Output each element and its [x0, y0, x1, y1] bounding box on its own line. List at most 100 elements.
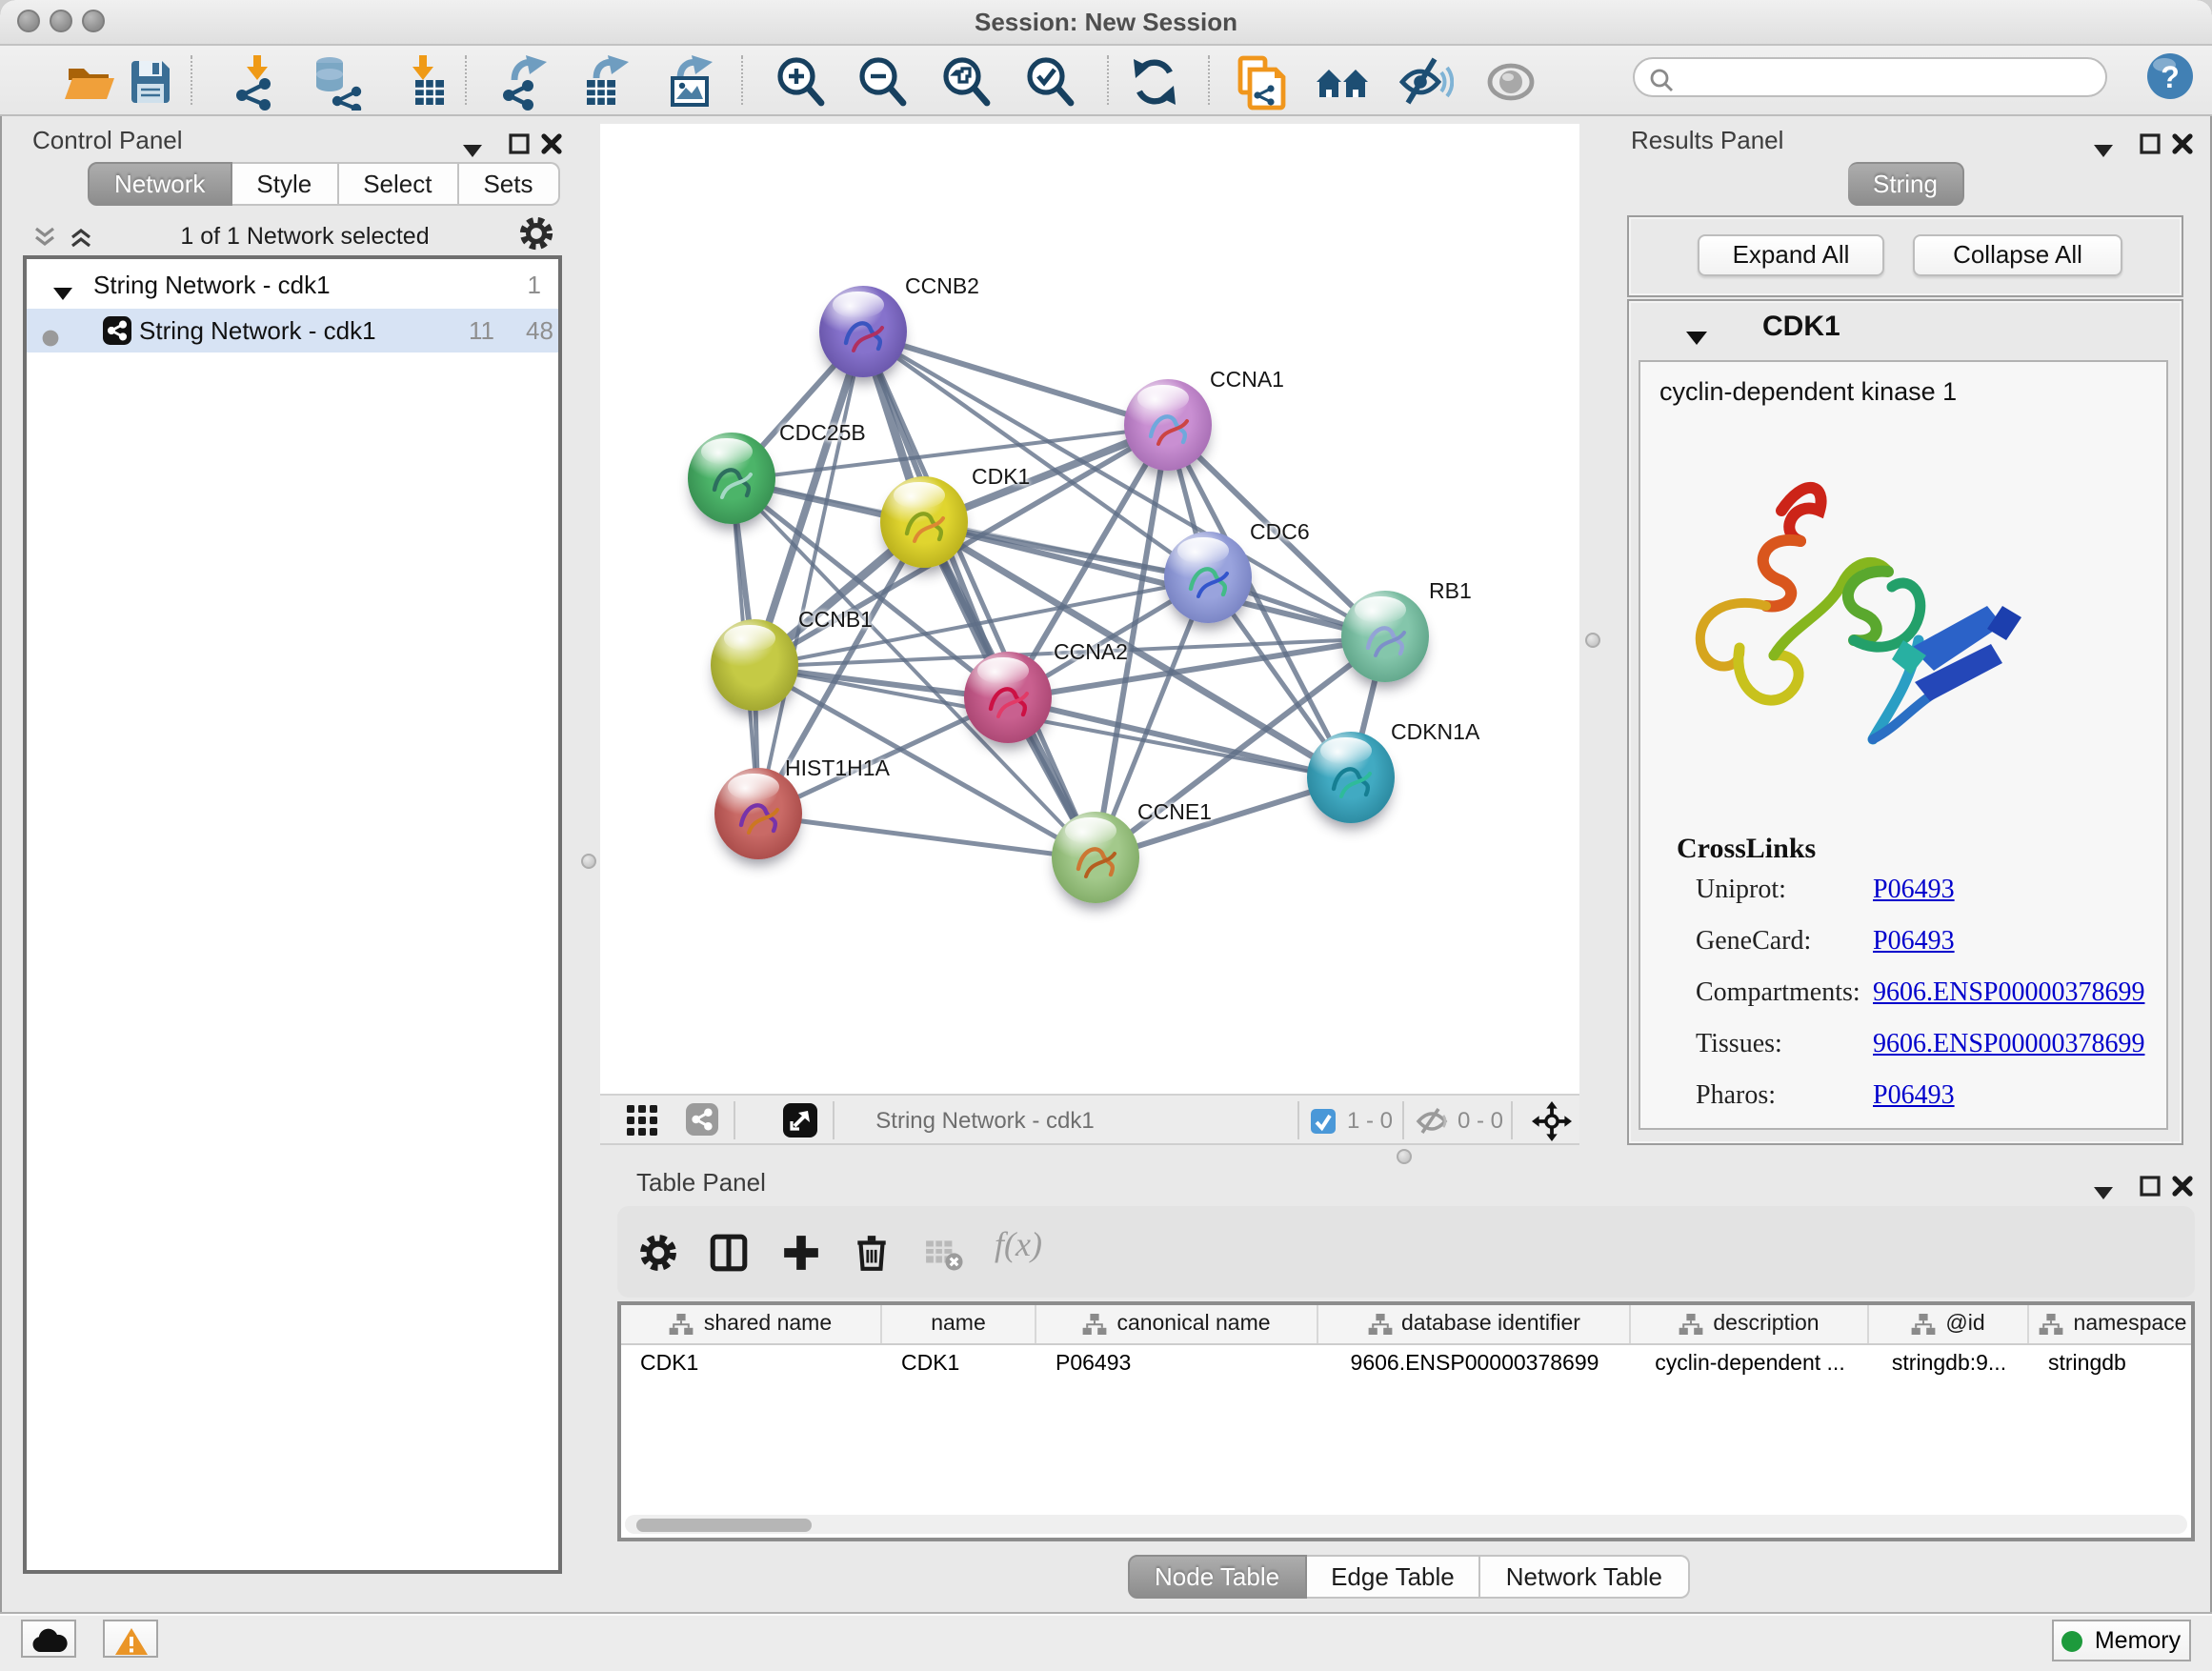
edge-CCNB2-CCNE1[interactable] [863, 333, 1096, 859]
control-panel-float-icon[interactable] [509, 130, 530, 164]
horizontal-scrollbar[interactable] [625, 1515, 2187, 1534]
refresh-network-icon[interactable] [1126, 53, 1183, 111]
birdseye-view-icon[interactable] [783, 1103, 817, 1147]
zoom-out-icon[interactable] [854, 53, 911, 111]
network-canvas[interactable]: CCNB2CCNA1CDC25BCDK1CDC6RB1CCNB1CCNA2CDK… [600, 124, 1579, 1094]
crosslink-link[interactable]: P06493 [1873, 876, 1955, 907]
node-CDK1[interactable] [880, 476, 968, 568]
node-RB1[interactable] [1341, 591, 1429, 682]
bottom-splitter-handle[interactable] [1397, 1149, 1412, 1164]
column-header-canonical-name[interactable]: canonical name [1036, 1305, 1318, 1343]
expand-all-button[interactable]: Expand All [1698, 234, 1884, 276]
create-column-icon[interactable] [781, 1233, 823, 1275]
control-panel-close-icon[interactable] [541, 130, 562, 164]
expand-all-tree-icon[interactable] [69, 223, 93, 257]
node-CCNA1[interactable] [1124, 379, 1212, 471]
node-CCNB2[interactable] [819, 286, 907, 377]
search-field[interactable] [1633, 57, 2107, 97]
import-network-database-icon[interactable] [309, 53, 366, 111]
column-header-@id[interactable]: @id [1869, 1305, 2029, 1343]
network-type-icon[interactable] [686, 1103, 718, 1145]
edge-CCNB2-CCNA1[interactable] [863, 333, 1168, 427]
node-CCNB1[interactable] [711, 619, 798, 711]
crosslink-link[interactable]: 9606.ENSP00000378699 [1873, 1031, 2144, 1061]
table-panel-menu-icon[interactable] [2094, 1176, 2113, 1210]
search-input[interactable] [1677, 61, 2094, 97]
column-header-name[interactable]: name [882, 1305, 1036, 1343]
show-columns-icon[interactable] [709, 1233, 751, 1275]
tab-string[interactable]: String [1848, 162, 1964, 206]
collapse-all-tree-icon[interactable] [32, 223, 57, 257]
crosslink-link[interactable]: P06493 [1873, 1082, 1955, 1113]
show-all-networks-icon[interactable] [1315, 53, 1372, 111]
function-builder-icon[interactable]: f(x) [995, 1225, 1059, 1267]
grid-mode-icon[interactable] [627, 1105, 657, 1145]
tab-select[interactable]: Select [338, 162, 458, 206]
tab-network-table[interactable]: Network Table [1481, 1555, 1689, 1599]
table-panel-float-icon[interactable] [2140, 1172, 2161, 1206]
zoom-fit-icon[interactable] [937, 53, 995, 111]
left-splitter-handle[interactable] [581, 854, 596, 869]
tab-edge-table[interactable]: Edge Table [1306, 1555, 1481, 1599]
export-image-icon[interactable] [661, 53, 718, 111]
table-cell[interactable]: 9606.ENSP00000378699 [1318, 1345, 1631, 1385]
node-CDC6[interactable] [1164, 532, 1252, 623]
node-CDC25B[interactable] [688, 433, 775, 524]
node-HIST1H1A[interactable] [714, 768, 802, 859]
crosslink-link[interactable]: P06493 [1873, 928, 1955, 958]
cloud-button[interactable] [21, 1620, 76, 1658]
node-CDKN1A[interactable] [1307, 732, 1395, 823]
clone-network-icon[interactable] [1231, 53, 1288, 111]
collapse-all-button[interactable]: Collapse All [1913, 234, 2122, 276]
column-header-description[interactable]: description [1631, 1305, 1869, 1343]
export-table-icon[interactable] [577, 53, 634, 111]
crosslink-link[interactable]: 9606.ENSP00000378699 [1873, 979, 2144, 1010]
zoom-selected-icon[interactable] [1021, 53, 1078, 111]
table-cell[interactable]: stringdb [2029, 1345, 2195, 1385]
column-header-namespace[interactable]: namespace [2029, 1305, 2195, 1343]
table-cell[interactable]: stringdb:9... [1869, 1345, 2029, 1385]
zoom-in-icon[interactable] [772, 53, 829, 111]
column-header-shared-name[interactable]: shared name [621, 1305, 882, 1343]
delete-column-icon[interactable] [852, 1233, 894, 1275]
node-CCNE1[interactable] [1052, 812, 1139, 903]
tab-network[interactable]: Network [88, 162, 231, 206]
import-table-file-icon[interactable] [394, 53, 452, 111]
right-splitter-handle[interactable] [1585, 633, 1600, 648]
table-cell[interactable]: CDK1 [882, 1345, 1036, 1385]
show-hidden-eye-icon[interactable] [1482, 53, 1539, 111]
table-cell[interactable]: cyclin-dependent ... [1631, 1345, 1869, 1385]
tab-style[interactable]: Style [231, 162, 338, 206]
table-gear-icon[interactable] [638, 1233, 680, 1275]
tab-node-table[interactable]: Node Table [1128, 1555, 1306, 1599]
crosslink-row: Tissues:9606.ENSP00000378699 [1640, 1031, 2166, 1073]
open-session-icon[interactable] [61, 53, 118, 111]
table-cell[interactable]: CDK1 [621, 1345, 882, 1385]
hidden-eye-icon[interactable] [1416, 1107, 1448, 1145]
delete-table-icon[interactable] [924, 1233, 966, 1275]
network-collection-row[interactable]: String Network - cdk1 1 [27, 265, 558, 309]
memory-button[interactable]: Memory [2052, 1620, 2191, 1661]
results-panel-float-icon[interactable] [2140, 130, 2161, 164]
edge-HIST1H1A-CCNE1[interactable] [758, 815, 1096, 859]
selected-checkbox-icon[interactable] [1311, 1109, 1336, 1143]
save-session-icon[interactable] [122, 53, 179, 111]
warnings-button[interactable] [103, 1620, 158, 1658]
network-panel-gear-icon[interactable] [518, 215, 554, 261]
hide-selected-icon[interactable] [1397, 53, 1454, 111]
entry-collapse-icon[interactable] [1686, 322, 1707, 356]
table-panel-close-icon[interactable] [2172, 1172, 2193, 1206]
node-CCNA2[interactable] [964, 652, 1052, 743]
collection-expand-icon[interactable] [53, 278, 72, 307]
results-panel-close-icon[interactable] [2172, 130, 2193, 164]
tab-sets[interactable]: Sets [458, 162, 559, 206]
import-network-file-icon[interactable] [229, 53, 286, 111]
column-header-database-identifier[interactable]: database identifier [1318, 1305, 1631, 1343]
results-panel-menu-icon[interactable] [2094, 133, 2113, 168]
network-row-selected[interactable]: String Network - cdk1 11 48 [27, 309, 558, 352]
help-icon[interactable]: ? [2145, 51, 2202, 109]
table-cell[interactable]: P06493 [1036, 1345, 1318, 1385]
fit-selected-crosshair-icon[interactable] [1532, 1101, 1572, 1151]
scrollbar-thumb[interactable] [636, 1518, 812, 1531]
export-network-icon[interactable] [495, 53, 553, 111]
